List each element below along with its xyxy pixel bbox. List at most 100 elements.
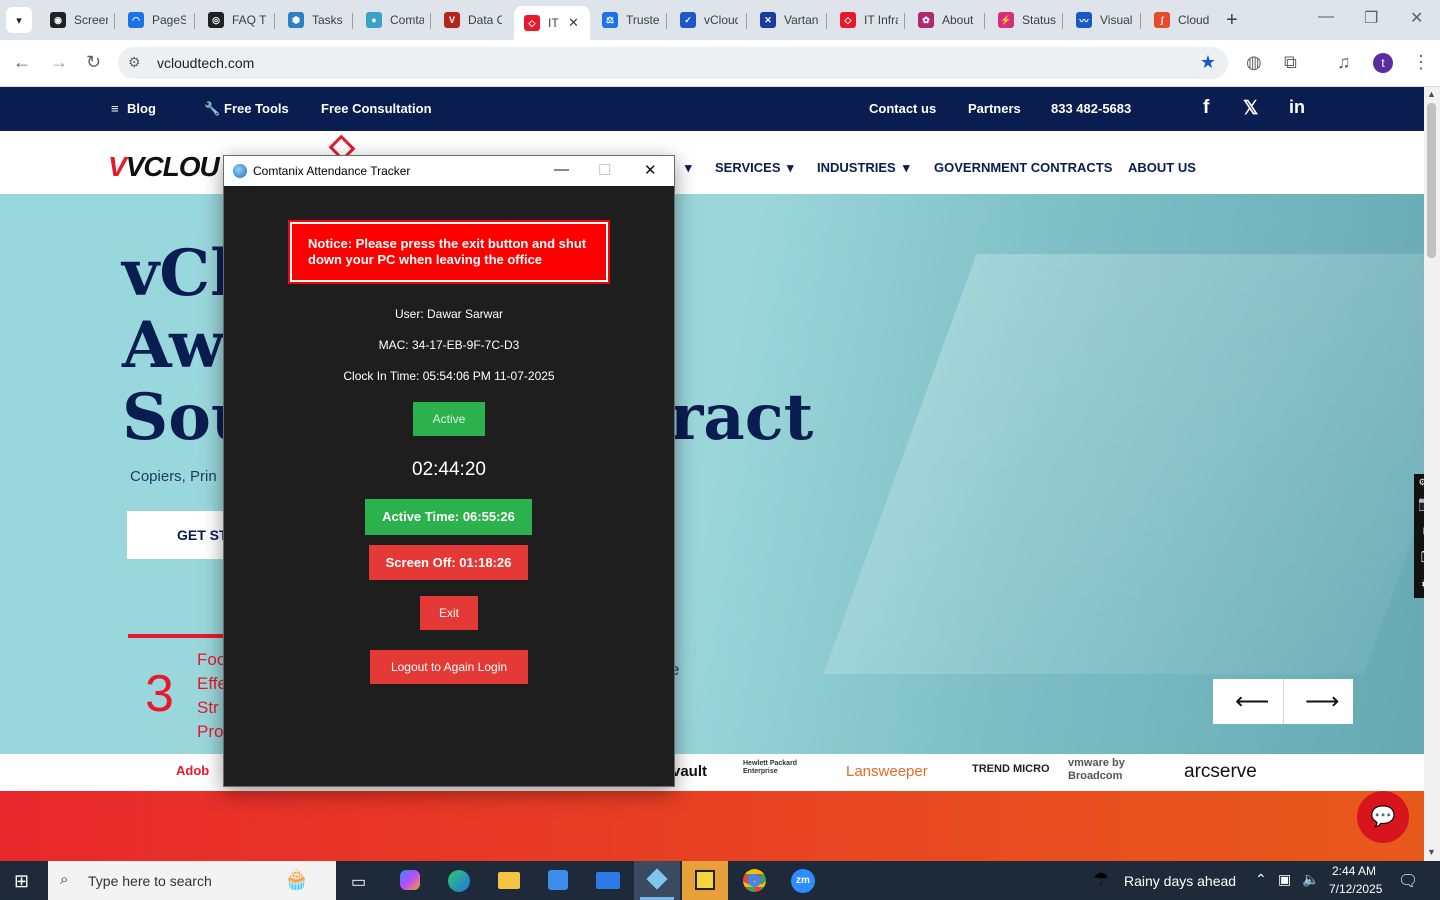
comtanix-taskbar-button[interactable] bbox=[634, 861, 680, 900]
chrome-icon[interactable] bbox=[743, 869, 766, 892]
browser-tab[interactable]: ✓ vCloud bbox=[670, 6, 742, 34]
address-bar[interactable]: ⚙ vcloudtech.com ★ bbox=[118, 47, 1228, 79]
logout-button[interactable]: Logout to Again Login bbox=[370, 650, 528, 684]
file-explorer-icon[interactable] bbox=[498, 872, 520, 889]
tab-search-button[interactable]: ▾ bbox=[6, 7, 32, 33]
app-minimize-button[interactable]: — bbox=[554, 161, 569, 178]
browser-tab[interactable]: ◇ IT Infra bbox=[830, 6, 902, 34]
clock-time[interactable]: 2:44 AM bbox=[1332, 864, 1376, 878]
weather-umbrella-icon[interactable]: ☂ bbox=[1093, 869, 1109, 890]
app-maximize-button[interactable]: ☐ bbox=[598, 161, 611, 179]
browser-tab[interactable]: ● Comtanix bbox=[356, 6, 428, 34]
extensions-icon[interactable]: ⧉ bbox=[1284, 52, 1297, 73]
browser-tab[interactable]: ⬢ Tasks bbox=[278, 6, 350, 34]
minimize-window-button[interactable]: — bbox=[1318, 8, 1334, 26]
bookmark-star-icon[interactable]: ★ bbox=[1200, 52, 1216, 73]
free-tools-link[interactable]: Free Tools bbox=[224, 101, 289, 116]
edge-icon[interactable] bbox=[448, 870, 470, 892]
media-control-icon[interactable]: ♫ bbox=[1337, 52, 1351, 73]
browser-tab[interactable]: ◠ PageSpeed bbox=[118, 6, 190, 34]
tab-separator bbox=[274, 13, 275, 29]
taskbar-search-placeholder: Type here to search bbox=[88, 873, 212, 889]
site-info-icon[interactable]: ⚙ bbox=[128, 54, 141, 71]
task-view-icon[interactable]: ▭ bbox=[351, 872, 366, 892]
tab-title: Truste bbox=[626, 13, 660, 27]
chat-widget-icon[interactable]: 💬 bbox=[1357, 791, 1409, 843]
carousel-next-arrow-icon[interactable]: ⟶ bbox=[1305, 687, 1339, 716]
show-hidden-icons-chevron-icon[interactable]: ⌃ bbox=[1255, 871, 1267, 888]
tab-title: IT bbox=[548, 16, 559, 30]
nav-government-contracts[interactable]: GOVERNMENT CONTRACTS bbox=[934, 160, 1112, 175]
nav-services[interactable]: SERVICES bbox=[715, 160, 781, 175]
nav-industries[interactable]: INDUSTRIES bbox=[817, 160, 896, 175]
linkedin-icon[interactable]: in bbox=[1289, 97, 1305, 118]
tab-title: Screen bbox=[74, 13, 108, 27]
start-button-windows-icon[interactable]: ⊞ bbox=[14, 871, 29, 892]
url-text[interactable]: vcloudtech.com bbox=[157, 55, 254, 71]
menu-kebab-icon[interactable]: ⋮ bbox=[1412, 52, 1430, 73]
taskbar-search-box[interactable]: ⌕ Type here to search 🧁 bbox=[48, 861, 336, 900]
translate-icon[interactable]: ◍ bbox=[1246, 52, 1262, 73]
browser-tab[interactable]: ✿ About bbox=[908, 6, 980, 34]
forward-button[interactable]: → bbox=[50, 52, 68, 73]
weather-text[interactable]: Rainy days ahead bbox=[1124, 873, 1236, 889]
sticky-notes-taskbar-button[interactable] bbox=[682, 861, 728, 900]
stat-number: 3 bbox=[145, 665, 174, 723]
browser-tab[interactable]: ◉ Screen bbox=[40, 6, 112, 34]
browser-tab[interactable]: ✕ Vartan bbox=[750, 6, 822, 34]
facebook-icon[interactable]: f bbox=[1203, 97, 1209, 119]
app-title: Comtanix Attendance Tracker bbox=[253, 164, 411, 178]
exit-button[interactable]: Exit bbox=[420, 596, 478, 630]
copilot-icon[interactable] bbox=[400, 870, 420, 890]
tab-close-icon[interactable]: ✕ bbox=[568, 15, 579, 31]
blog-menu-icon[interactable]: ≡ bbox=[111, 101, 119, 116]
reload-button[interactable]: ↻ bbox=[86, 52, 101, 73]
volume-icon[interactable]: 🔈 bbox=[1302, 871, 1319, 888]
tab-favicon-icon: ◇ bbox=[840, 12, 856, 28]
site-logo[interactable]: VVCLOU bbox=[108, 151, 220, 183]
app-close-button[interactable]: ✕ bbox=[644, 161, 657, 179]
browser-tab[interactable]: ⚖ Truste bbox=[592, 6, 664, 34]
page-scrollbar[interactable]: ▲ ▼ bbox=[1424, 87, 1440, 861]
close-window-button[interactable]: ✕ bbox=[1410, 8, 1423, 28]
notifications-icon[interactable]: 🗨 bbox=[1398, 871, 1418, 891]
free-consultation-link[interactable]: Free Consultation bbox=[321, 101, 432, 116]
tab-favicon-icon: ◠ bbox=[128, 12, 144, 28]
restore-window-button[interactable]: ❐ bbox=[1364, 8, 1378, 28]
browser-tab[interactable]: ◇ IT ✕ bbox=[514, 6, 590, 40]
industries-caret-icon[interactable]: ▾ bbox=[903, 160, 910, 176]
browser-tab[interactable]: V Data C bbox=[434, 6, 506, 34]
contact-link[interactable]: Contact us bbox=[869, 101, 936, 116]
mac-address-label: MAC: 34-17-EB-9F-7C-D3 bbox=[378, 338, 520, 352]
app-title-bar[interactable]: Comtanix Attendance Tracker — ☐ ✕ bbox=[224, 156, 674, 186]
nav-about-us[interactable]: ABOUT US bbox=[1128, 160, 1196, 175]
network-icon[interactable]: ▣ bbox=[1278, 871, 1291, 888]
microsoft-store-icon[interactable] bbox=[548, 870, 568, 890]
phone-link[interactable]: 833 482-5683 bbox=[1051, 101, 1131, 116]
tab-separator bbox=[114, 13, 115, 29]
browser-tab[interactable]: ◎ FAQ T bbox=[198, 6, 270, 34]
profile-avatar[interactable]: t bbox=[1373, 53, 1393, 73]
browser-tab[interactable]: ⚡ Status bbox=[988, 6, 1060, 34]
new-tab-button[interactable]: + bbox=[1226, 9, 1238, 32]
mail-icon[interactable] bbox=[596, 872, 620, 889]
scroll-up-arrow-icon[interactable]: ▲ bbox=[1427, 89, 1436, 99]
user-label: User: Dawar Sarwar bbox=[394, 307, 504, 321]
blog-link[interactable]: Blog bbox=[127, 101, 156, 116]
windows-taskbar: ⊞ ⌕ Type here to search 🧁 ▭ zm ☂ Rainy d… bbox=[0, 861, 1440, 900]
tab-separator bbox=[1062, 13, 1063, 29]
carousel-prev-arrow-icon[interactable]: ⟵ bbox=[1235, 687, 1269, 716]
x-twitter-icon[interactable]: 𝕏 bbox=[1243, 97, 1258, 120]
browser-tab[interactable]: 〰 Visual bbox=[1066, 6, 1138, 34]
nav-dropdown-caret-icon[interactable]: ▾ bbox=[685, 160, 692, 176]
zoom-icon[interactable]: zm bbox=[791, 869, 815, 893]
tab-favicon-icon: ◉ bbox=[50, 12, 66, 28]
tab-separator bbox=[430, 13, 431, 29]
scroll-down-arrow-icon[interactable]: ▼ bbox=[1427, 847, 1436, 857]
scrollbar-thumb[interactable] bbox=[1427, 103, 1436, 258]
browser-tab[interactable]: ∫ Cloud bbox=[1144, 6, 1216, 34]
partners-link[interactable]: Partners bbox=[968, 101, 1021, 116]
services-caret-icon[interactable]: ▾ bbox=[787, 160, 794, 176]
back-button[interactable]: ← bbox=[13, 52, 31, 73]
clock-date[interactable]: 7/12/2025 bbox=[1329, 882, 1382, 896]
